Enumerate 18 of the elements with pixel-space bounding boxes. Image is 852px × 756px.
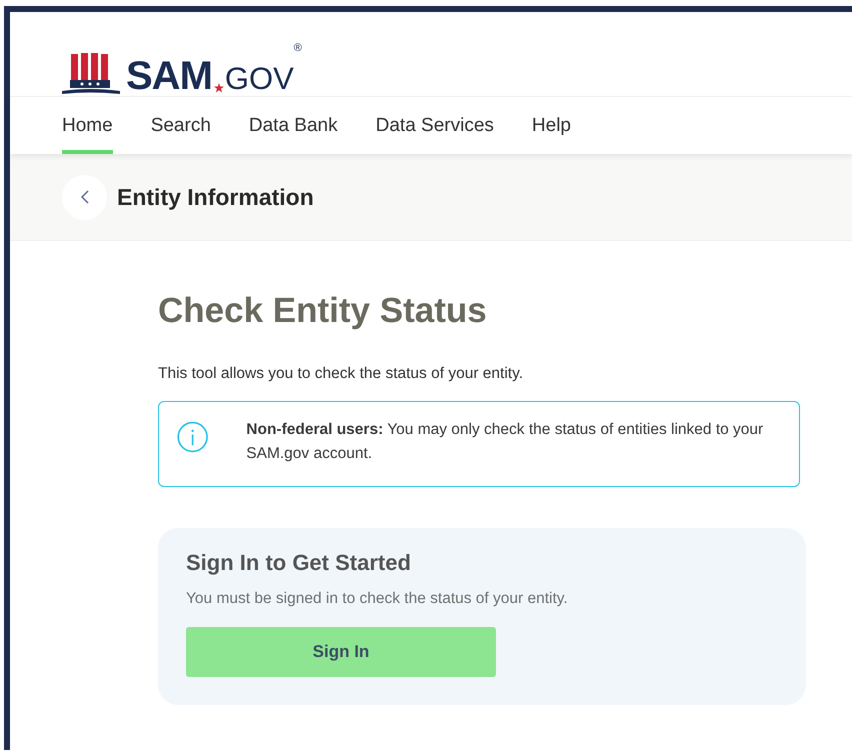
logo-text: GOV (224, 63, 294, 94)
nav-tab[interactable]: Help (532, 97, 571, 154)
registered-mark: ® (294, 42, 302, 54)
nav-tab[interactable]: Data Bank (248, 97, 338, 154)
star-icon (214, 83, 224, 93)
nav-tab[interactable]: Search (150, 97, 211, 154)
nav-tab[interactable]: Data Services (376, 97, 494, 154)
back-button[interactable] (62, 174, 107, 220)
logo-text: SAM (126, 56, 212, 96)
heading: Check Entity Status (158, 291, 488, 331)
chevron-left-icon (80, 190, 88, 204)
alert-message: Non-federal users: You may only check the status of entities linked to your SAM.gov account. (246, 420, 764, 464)
hat-icon (62, 52, 120, 96)
card-title: Sign In to Get Started (186, 550, 412, 576)
sign-in-button[interactable]: Sign In (186, 627, 496, 678)
card-text: You must be signed in to check the status of your entity. (186, 590, 569, 608)
page-title: Entity Information (117, 184, 314, 210)
description: This tool allows you to check the status of your entity. (158, 365, 524, 383)
